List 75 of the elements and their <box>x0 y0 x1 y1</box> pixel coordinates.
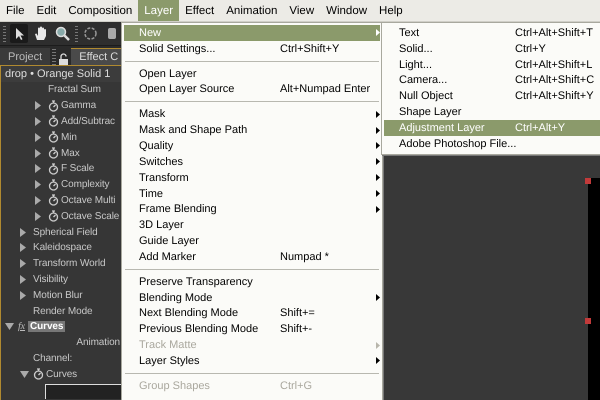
menu-item[interactable]: Adobe Photoshop File... <box>384 136 600 152</box>
menu-item[interactable]: Camera... Ctrl+Alt+Shift+C <box>384 72 600 88</box>
menu-item[interactable]: Open Layer Source Alt+Numpad Enter <box>124 82 380 98</box>
menu-item[interactable]: Guide Layer <box>124 233 380 249</box>
menu-item[interactable]: Quality <box>124 138 380 154</box>
menu-item[interactable]: Add Marker Numpad * <box>124 248 380 265</box>
panel-tab[interactable]: Effect C <box>71 48 121 65</box>
fx-icon[interactable]: fx <box>18 321 26 332</box>
stopwatch-icon[interactable] <box>48 194 59 206</box>
menu-item[interactable]: Frame Blending <box>124 201 380 218</box>
zoom-icon[interactable] <box>54 26 70 41</box>
menu-item[interactable]: Mask <box>124 106 380 122</box>
stopwatch-icon[interactable] <box>48 147 59 160</box>
property-group-label[interactable]: Spherical Field <box>33 226 98 238</box>
menu-item[interactable]: Open Layer <box>124 66 380 82</box>
stopwatch-icon[interactable] <box>48 100 59 112</box>
layer-name-header: drop • Orange Solid 1 <box>1 66 121 82</box>
menu-bar-item[interactable]: Help <box>373 0 409 21</box>
animation-presets-label[interactable]: Animation <box>76 337 121 348</box>
menu-item[interactable]: Transform <box>124 170 380 186</box>
property-label: Render Mode <box>33 306 92 317</box>
menu-item[interactable]: 3D Layer <box>124 217 380 234</box>
property-group-label[interactable]: Transform World <box>33 258 106 270</box>
property-label[interactable]: Min <box>61 132 77 143</box>
stopwatch-icon[interactable] <box>48 131 59 144</box>
rotate-icon[interactable] <box>83 26 98 41</box>
menu-bar-item[interactable]: Window <box>320 0 374 21</box>
menu-item[interactable]: Time <box>124 186 380 202</box>
property-label: Channel: <box>33 352 72 364</box>
menu-item[interactable]: Shape Layer <box>384 104 600 120</box>
menu-item[interactable]: Text Ctrl+Alt+Shift+T <box>384 25 600 41</box>
handle-icon[interactable] <box>585 318 591 324</box>
property-group-label[interactable]: Motion Blur <box>33 290 82 301</box>
lock-icon[interactable] <box>59 53 68 65</box>
menu-item[interactable]: Blending Mode <box>124 290 380 306</box>
property-group-label[interactable]: Kaleidospace <box>33 242 92 254</box>
stopwatch-icon[interactable] <box>48 162 59 175</box>
stopwatch-icon[interactable] <box>48 178 59 191</box>
twirl-icon[interactable] <box>5 323 14 330</box>
menu-item[interactable]: Previous Blending Mode Shift+- <box>124 321 380 338</box>
menu-item[interactable]: Null Object Ctrl+Alt+Shift+Y <box>384 88 600 104</box>
effect-name[interactable]: Curves <box>28 321 66 332</box>
property-label[interactable]: Curves <box>46 368 78 380</box>
twirl-icon[interactable] <box>20 370 29 378</box>
stopwatch-icon[interactable] <box>48 115 59 128</box>
menu-item[interactable]: Layer Styles <box>124 353 380 369</box>
curves-graph[interactable] <box>45 384 121 400</box>
property-label[interactable]: Octave Multi <box>61 194 116 206</box>
selection-arrow-icon[interactable] <box>14 26 24 40</box>
property-label[interactable]: Max <box>61 148 80 159</box>
property-label[interactable]: F Scale <box>61 163 94 174</box>
property-label: Fractal Sum <box>48 84 101 96</box>
menu-bar-item[interactable]: Animation <box>220 0 284 21</box>
menu-bar-item[interactable]: Effect <box>179 0 220 21</box>
panel-tab[interactable]: Project <box>0 48 50 65</box>
menu-item[interactable]: Preserve Transparency <box>124 274 380 290</box>
menu-item[interactable]: Switches <box>124 154 380 170</box>
property-label[interactable]: Octave Scale <box>61 210 120 222</box>
property-group-label[interactable]: Visibility <box>33 274 68 285</box>
menu-bar-item[interactable]: File <box>0 0 31 21</box>
property-label[interactable]: Gamma <box>61 100 96 112</box>
property-label[interactable]: Complexity <box>61 179 110 190</box>
menu-bar-item[interactable]: View <box>283 0 320 21</box>
menu-item[interactable]: Solid Settings... Ctrl+Shift+Y <box>124 40 380 57</box>
property-label[interactable]: Add/Subtrac <box>61 116 115 127</box>
menu-item[interactable]: Light... Ctrl+Alt+Shift+L <box>384 56 600 73</box>
stopwatch-icon[interactable] <box>33 368 44 380</box>
menu-bar-item[interactable]: Composition <box>62 0 138 21</box>
menu-item[interactable]: Next Blending Mode Shift+= <box>124 306 380 322</box>
stopwatch-icon[interactable] <box>48 210 59 222</box>
handle-icon[interactable] <box>585 178 591 184</box>
menu-bar-item[interactable]: Edit <box>30 0 62 21</box>
menu-item[interactable]: Solid... Ctrl+Y <box>384 40 600 57</box>
menu-item[interactable]: Mask and Shape Path <box>124 122 380 138</box>
hand-icon[interactable] <box>34 26 48 41</box>
